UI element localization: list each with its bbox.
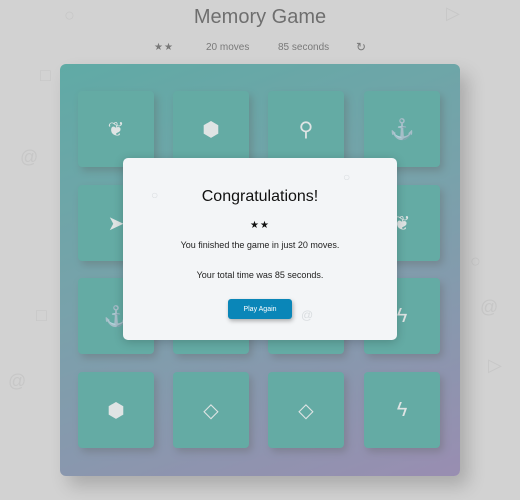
modal-title: Congratulations! xyxy=(201,188,319,205)
modal-doodle-icon: @ xyxy=(301,308,314,322)
congratulations-modal: ○ ○ @ Congratulations! ★★ You finished t… xyxy=(123,158,397,340)
play-again-button[interactable]: Play Again xyxy=(228,299,292,319)
modal-moves-summary: You finished the game in just 20 moves. xyxy=(180,240,340,250)
modal-star-rating: ★★ xyxy=(250,220,270,231)
modal-doodle-icon: ○ xyxy=(343,170,351,184)
modal-time-summary: Your total time was 85 seconds. xyxy=(196,270,324,280)
